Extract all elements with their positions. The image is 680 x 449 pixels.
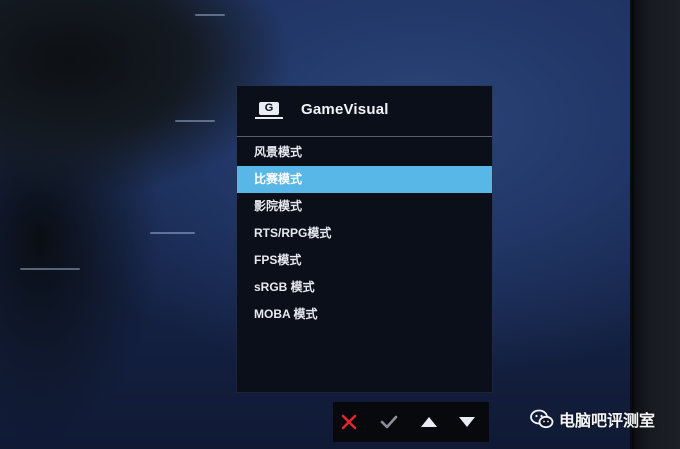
- arrow-down-icon: [459, 417, 475, 427]
- mode-item-racing[interactable]: 比赛模式: [237, 166, 492, 193]
- confirm-button[interactable]: [379, 412, 399, 432]
- mode-item-moba[interactable]: MOBA 模式: [237, 301, 492, 328]
- gamevisual-icon-base: [255, 117, 283, 119]
- mode-item-scenery[interactable]: 风景模式: [237, 139, 492, 166]
- watermark-text: 电脑吧评测室: [559, 411, 656, 430]
- mode-item-srgb[interactable]: sRGB 模式: [237, 274, 492, 301]
- mode-item-rts-rpg[interactable]: RTS/RPG模式: [237, 220, 492, 247]
- close-icon: [341, 414, 357, 430]
- check-icon: [380, 415, 398, 429]
- close-button[interactable]: [339, 412, 359, 432]
- osd-divider: [237, 136, 492, 137]
- up-button[interactable]: [419, 412, 439, 432]
- bezel-edge: [632, 0, 634, 449]
- monitor-bezel: [630, 0, 680, 449]
- wechat-icon: [530, 409, 554, 429]
- arrow-up-icon: [421, 417, 437, 427]
- osd-title: GameVisual: [301, 101, 389, 118]
- osd-navigation-bar: [333, 402, 489, 442]
- mode-item-fps[interactable]: FPS模式: [237, 247, 492, 274]
- osd-menu-panel: G GameVisual 风景模式 比赛模式 影院模式 RTS/RPG模式 FP…: [237, 86, 492, 392]
- gamevisual-mode-list: 风景模式 比赛模式 影院模式 RTS/RPG模式 FPS模式 sRGB 模式 M…: [237, 139, 492, 328]
- osd-header: G GameVisual: [237, 86, 492, 136]
- gamevisual-icon: G: [259, 102, 279, 115]
- down-button[interactable]: [457, 412, 477, 432]
- mode-item-cinema[interactable]: 影院模式: [237, 193, 492, 220]
- watermark: 电脑吧评测室: [530, 405, 655, 433]
